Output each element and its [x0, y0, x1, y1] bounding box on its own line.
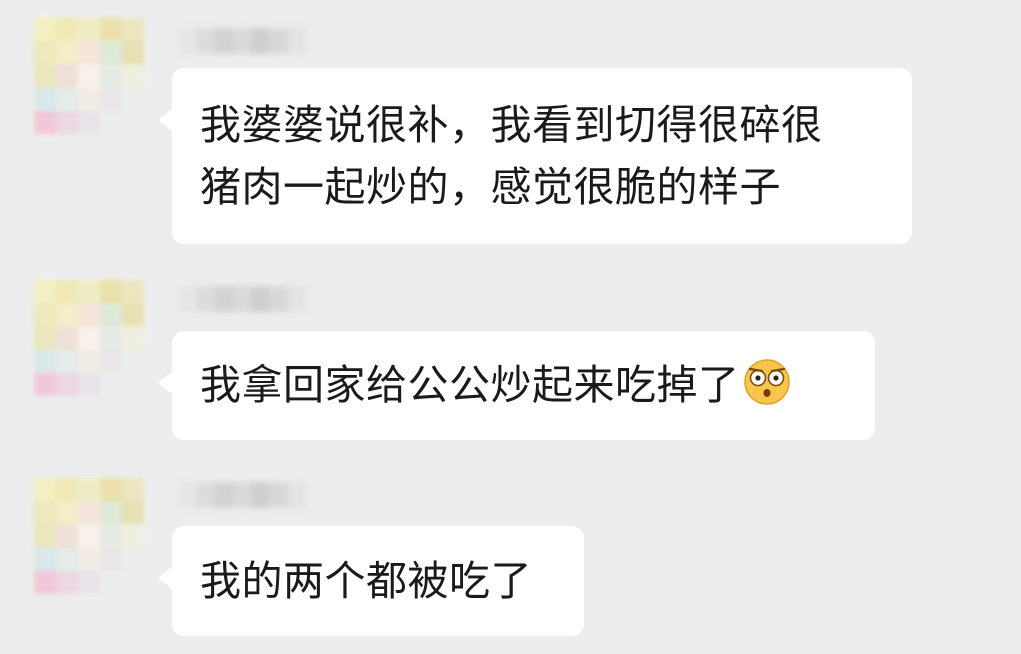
message-text-line: 我的两个都被吃了	[200, 557, 532, 605]
message-bubble: 我拿回家给公公炒起来吃掉了	[158, 331, 875, 440]
shocked-face-emoji-icon	[742, 357, 792, 407]
avatar[interactable]	[34, 478, 144, 594]
message-text-line: 猪肉一起炒的，感觉很脆的样子	[200, 163, 781, 211]
avatar[interactable]	[34, 18, 144, 134]
message-text-line: 我婆婆说很补，我看到切得很碎很	[200, 101, 823, 149]
chat-message-list: 我婆婆说很补，我看到切得很碎很 猪肉一起炒的，感觉很脆的样子 我拿回家给公公炒起…	[0, 0, 1021, 654]
sender-nickname	[178, 286, 306, 312]
sender-nickname	[178, 482, 306, 508]
message-text: 我拿回家给公公炒起来吃掉了	[200, 361, 740, 409]
avatar[interactable]	[34, 280, 144, 396]
message-bubble: 我的两个都被吃了	[158, 526, 584, 636]
sender-nickname	[178, 28, 306, 54]
message-bubble: 我婆婆说很补，我看到切得很碎很 猪肉一起炒的，感觉很脆的样子	[158, 68, 912, 244]
